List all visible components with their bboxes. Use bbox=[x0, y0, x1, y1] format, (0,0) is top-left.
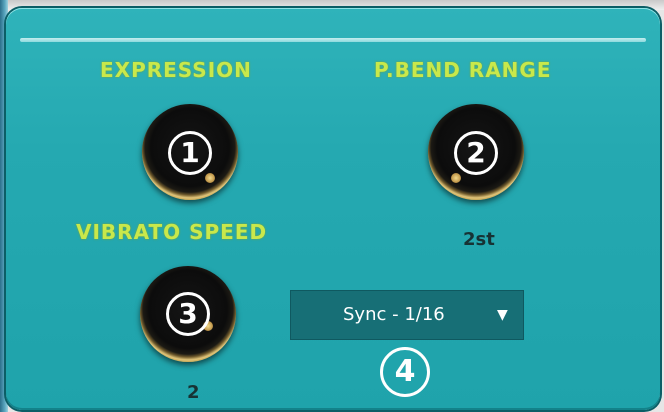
callout-badge-4: 4 bbox=[380, 347, 430, 397]
chevron-down-icon[interactable]: ▼ bbox=[497, 305, 508, 325]
callout-badge-3: 3 bbox=[166, 292, 210, 336]
expression-label: EXPRESSION bbox=[100, 58, 252, 82]
knob-indicator-dot bbox=[205, 173, 215, 183]
sync-dropdown[interactable]: Sync - 1/16 ▼ bbox=[290, 290, 524, 340]
panel-highlight bbox=[20, 38, 646, 42]
pbend-range-label: P.BEND RANGE bbox=[374, 58, 552, 82]
sync-dropdown-value: Sync - 1/16 bbox=[343, 304, 445, 325]
vibrato-speed-label: VIBRATO SPEED bbox=[76, 220, 268, 244]
plugin-window: EXPRESSION P.BEND RANGE VIBRATO SPEED 1 … bbox=[0, 0, 664, 412]
pbend-range-value: 2st bbox=[463, 229, 495, 250]
callout-badge-1: 1 bbox=[168, 131, 212, 175]
callout-badge-2: 2 bbox=[454, 131, 498, 175]
knob-indicator-dot bbox=[451, 173, 461, 183]
vibrato-speed-value: 2 bbox=[187, 382, 200, 403]
